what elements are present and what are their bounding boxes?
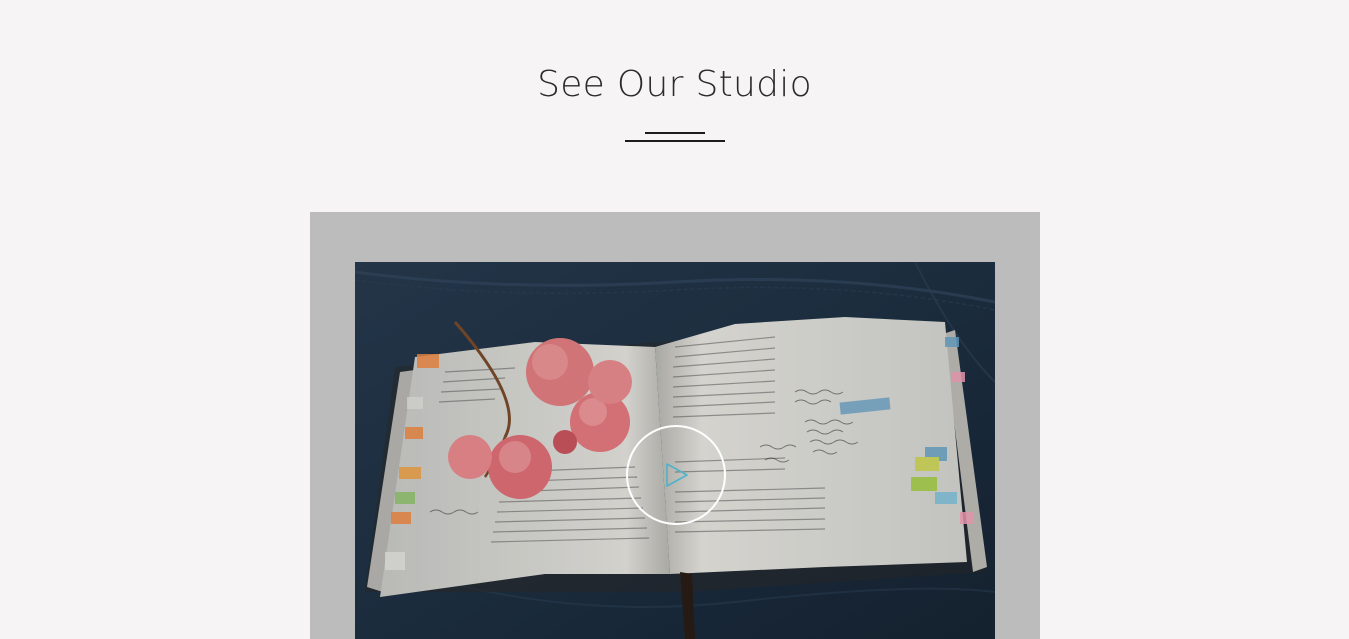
title-divider-short [645, 132, 705, 134]
title-divider-long [625, 140, 725, 142]
play-icon[interactable] [664, 462, 690, 488]
section-title: See Our Studio [537, 64, 812, 105]
